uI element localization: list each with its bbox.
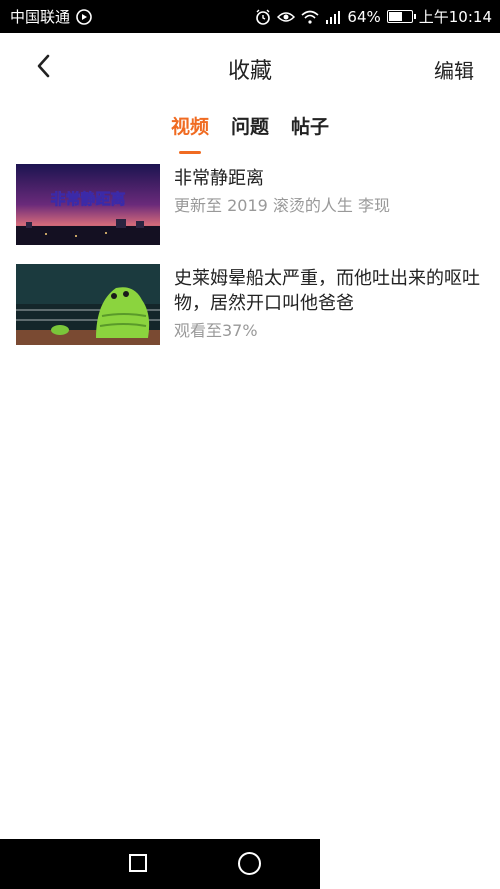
video-thumbnail	[16, 264, 160, 345]
favorites-list: 非常静距离 非常静距离 更新至 2019 滚烫的人生 李现 史莱姆晕船太严重，而…	[0, 162, 500, 372]
item-title: 史莱姆晕船太严重，而他吐出来的呕吐物，居然开口叫他爸爸	[174, 268, 480, 314]
tab-label: 视频	[170, 116, 209, 138]
item-subtitle: 更新至 2019 滚烫的人生 李现	[174, 196, 390, 215]
item-title: 非常静距离	[174, 168, 264, 189]
video-icon	[76, 8, 92, 25]
edit-button[interactable]: 编辑	[434, 55, 474, 84]
category-tabs: 视频 问题 帖子	[0, 112, 500, 154]
home-button[interactable]	[238, 852, 261, 875]
tab-label: 帖子	[291, 116, 330, 138]
list-item[interactable]: 非常静距离 非常静距离 更新至 2019 滚烫的人生 李现	[0, 162, 500, 262]
eye-icon	[277, 10, 296, 24]
back-button[interactable]	[28, 53, 58, 83]
navigation-bar	[0, 839, 320, 889]
tab-videos[interactable]: 视频	[171, 112, 209, 154]
item-subtitle: 观看至37%	[174, 321, 258, 340]
status-bar: 中国联通 64% 上午10:14	[0, 0, 500, 33]
battery-percent: 64%	[347, 7, 381, 26]
wifi-icon	[301, 10, 319, 24]
recent-apps-button[interactable]	[129, 854, 147, 872]
video-thumbnail: 非常静距离	[16, 164, 160, 245]
thumbnail-logo-text: 非常静距离	[50, 190, 125, 208]
tab-questions[interactable]: 问题	[231, 112, 269, 154]
carrier-name: 中国联通	[10, 8, 71, 26]
active-tab-indicator	[178, 151, 201, 154]
tab-posts[interactable]: 帖子	[291, 112, 329, 154]
list-item[interactable]: 史莱姆晕船太严重，而他吐出来的呕吐物，居然开口叫他爸爸 观看至37%	[0, 262, 500, 372]
chevron-left-icon	[34, 53, 52, 83]
page-header: 收藏 编辑	[0, 33, 500, 105]
battery-level-fill	[388, 12, 402, 21]
clock-time: 上午10:14	[418, 8, 492, 26]
item-meta: 非常静距离 更新至 2019 滚烫的人生 李现	[174, 166, 484, 216]
battery-icon	[386, 10, 416, 23]
page-title: 收藏	[227, 59, 272, 84]
signal-icon	[325, 10, 341, 24]
alarm-icon	[255, 9, 271, 25]
tab-label: 问题	[230, 116, 269, 138]
item-meta: 史莱姆晕船太严重，而他吐出来的呕吐物，居然开口叫他爸爸 观看至37%	[174, 266, 484, 341]
